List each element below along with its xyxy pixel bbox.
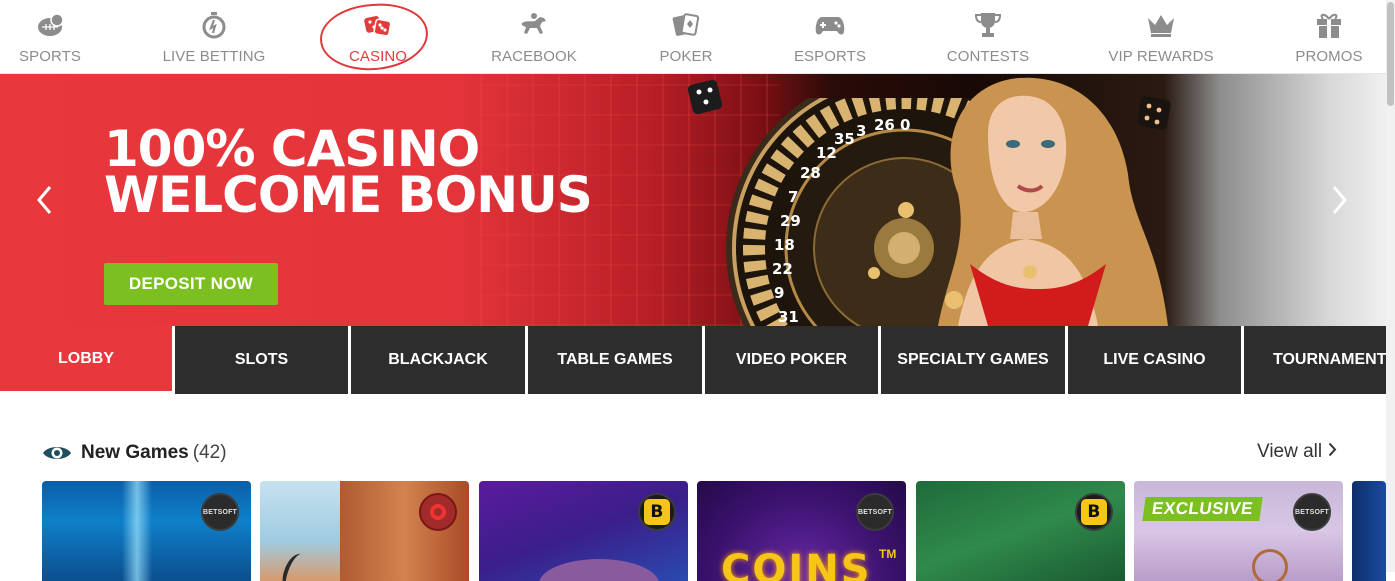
- roulette-number: 3: [856, 122, 866, 140]
- chevron-right-icon: [1332, 185, 1348, 215]
- page-scrollbar[interactable]: [1386, 0, 1395, 572]
- dice-icon: [363, 10, 393, 40]
- trademark-mark: TM: [879, 547, 897, 561]
- tab-lobby[interactable]: LOBBY: [0, 326, 172, 391]
- tab-tournaments[interactable]: TOURNAMENTS: [1244, 326, 1395, 394]
- nav-label: ESPORTS: [793, 48, 867, 65]
- carousel-prev-button[interactable]: [32, 182, 56, 218]
- provider-badge-letter: B: [1081, 499, 1107, 525]
- tab-slots[interactable]: SLOTS: [175, 326, 348, 394]
- game-card-partial[interactable]: [1352, 481, 1386, 581]
- hero-title: 100% CASINO WELCOME BONUS: [104, 124, 593, 224]
- provider-badge-betsoft: BETSOFT: [201, 493, 239, 531]
- nav-label: RACEBOOK: [491, 48, 577, 65]
- provider-logo-icon: [430, 504, 446, 520]
- nav-label: CONTESTS: [946, 48, 1030, 65]
- roulette-number: 35: [834, 130, 855, 148]
- section-title: New Games: [81, 442, 189, 463]
- nav-item-contests[interactable]: CONTESTS: [946, 10, 1030, 68]
- stopwatch-icon: [199, 10, 229, 40]
- trophy-icon: [973, 10, 1003, 40]
- promo-model-image: [938, 77, 1168, 326]
- nav-item-sports[interactable]: SPORTS: [19, 10, 82, 68]
- game-card[interactable]: B: [479, 481, 688, 581]
- game-art: [277, 550, 313, 581]
- dice-decoration: [686, 78, 728, 123]
- tab-specialty-games[interactable]: SPECIALTY GAMES: [881, 326, 1065, 394]
- nav-item-poker[interactable]: POKER: [660, 10, 712, 68]
- section-count: (42): [192, 442, 227, 463]
- game-card[interactable]: B: [916, 481, 1125, 581]
- roulette-number: 7: [788, 188, 798, 206]
- main-navigation: SPORTS LIVE BETTING CASINO RACEBOOK POKE…: [0, 0, 1386, 74]
- tab-live-casino[interactable]: LIVE CASINO: [1068, 326, 1241, 394]
- roulette-number: 12: [816, 144, 837, 162]
- game-art: [122, 481, 152, 581]
- provider-badge-b: B: [1075, 493, 1113, 531]
- scrollbar-thumb[interactable]: [1387, 2, 1394, 106]
- nav-item-casino[interactable]: CASINO: [346, 10, 410, 68]
- casino-category-tabs: LOBBY SLOTS BLACKJACK TABLE GAMES VIDEO …: [0, 326, 1395, 394]
- game-card[interactable]: EXCLUSIVE BETSOFT: [1134, 481, 1343, 581]
- nav-item-promos[interactable]: PROMOS: [1295, 10, 1363, 68]
- roulette-number: 28: [800, 164, 821, 182]
- nav-label: PROMOS: [1295, 48, 1363, 65]
- roulette-number: 26: [874, 116, 895, 134]
- game-card[interactable]: [260, 481, 469, 581]
- tab-video-poker[interactable]: VIDEO POKER: [705, 326, 878, 394]
- new-games-header: New Games (42): [42, 440, 227, 466]
- exclusive-ribbon: EXCLUSIVE: [1142, 497, 1263, 521]
- carousel-next-button[interactable]: [1328, 182, 1352, 218]
- roulette-number: 22: [772, 260, 793, 278]
- sports-ball-icon: [35, 10, 65, 40]
- tab-table-games[interactable]: TABLE GAMES: [528, 326, 702, 394]
- nav-label: SPORTS: [19, 48, 82, 65]
- horse-racing-icon: [519, 10, 549, 40]
- nav-item-racebook[interactable]: RACEBOOK: [491, 10, 577, 68]
- game-card[interactable]: BETSOFT: [42, 481, 251, 581]
- crown-icon: [1146, 10, 1176, 40]
- nav-item-live-betting[interactable]: LIVE BETTING: [163, 10, 265, 68]
- roulette-number: 29: [780, 212, 801, 230]
- provider-badge: [419, 493, 457, 531]
- provider-badge-b: B: [638, 493, 676, 531]
- game-art: [1252, 549, 1288, 581]
- tab-blackjack[interactable]: BLACKJACK: [351, 326, 525, 394]
- nav-label: POKER: [659, 48, 713, 65]
- playing-cards-icon: [671, 10, 701, 40]
- chevron-left-icon: [36, 185, 52, 215]
- view-all-link[interactable]: View all: [1257, 441, 1337, 463]
- eye-icon: [42, 443, 72, 463]
- view-all-label: View all: [1257, 441, 1323, 462]
- game-card[interactable]: BETSOFT COINS TM: [697, 481, 906, 581]
- nav-item-vip-rewards[interactable]: VIP REWARDS: [1108, 10, 1214, 68]
- provider-badge-betsoft: BETSOFT: [856, 493, 894, 531]
- nav-label: CASINO: [348, 48, 408, 65]
- gamepad-icon: [815, 10, 845, 40]
- game-art: [539, 559, 659, 581]
- nav-label: LIVE BETTING: [162, 48, 266, 65]
- nav-item-esports[interactable]: ESPORTS: [794, 10, 866, 68]
- roulette-number: 9: [774, 284, 784, 302]
- deposit-now-button[interactable]: DEPOSIT NOW: [104, 263, 278, 305]
- roulette-number: 0: [900, 116, 910, 134]
- nav-label: VIP REWARDS: [1108, 48, 1214, 65]
- gift-icon: [1314, 10, 1344, 40]
- provider-badge-letter: B: [644, 499, 670, 525]
- hero-title-line: WELCOME BONUS: [104, 166, 593, 224]
- hero-banner[interactable]: 0 26 3 35 12 28 7 29 18 22 9 31 100% CAS…: [0, 74, 1386, 326]
- roulette-number: 18: [774, 236, 795, 254]
- roulette-number: 31: [778, 308, 799, 326]
- game-title-art: COINS: [721, 547, 872, 581]
- provider-badge-betsoft: BETSOFT: [1293, 493, 1331, 531]
- chevron-right-icon: [1328, 441, 1337, 463]
